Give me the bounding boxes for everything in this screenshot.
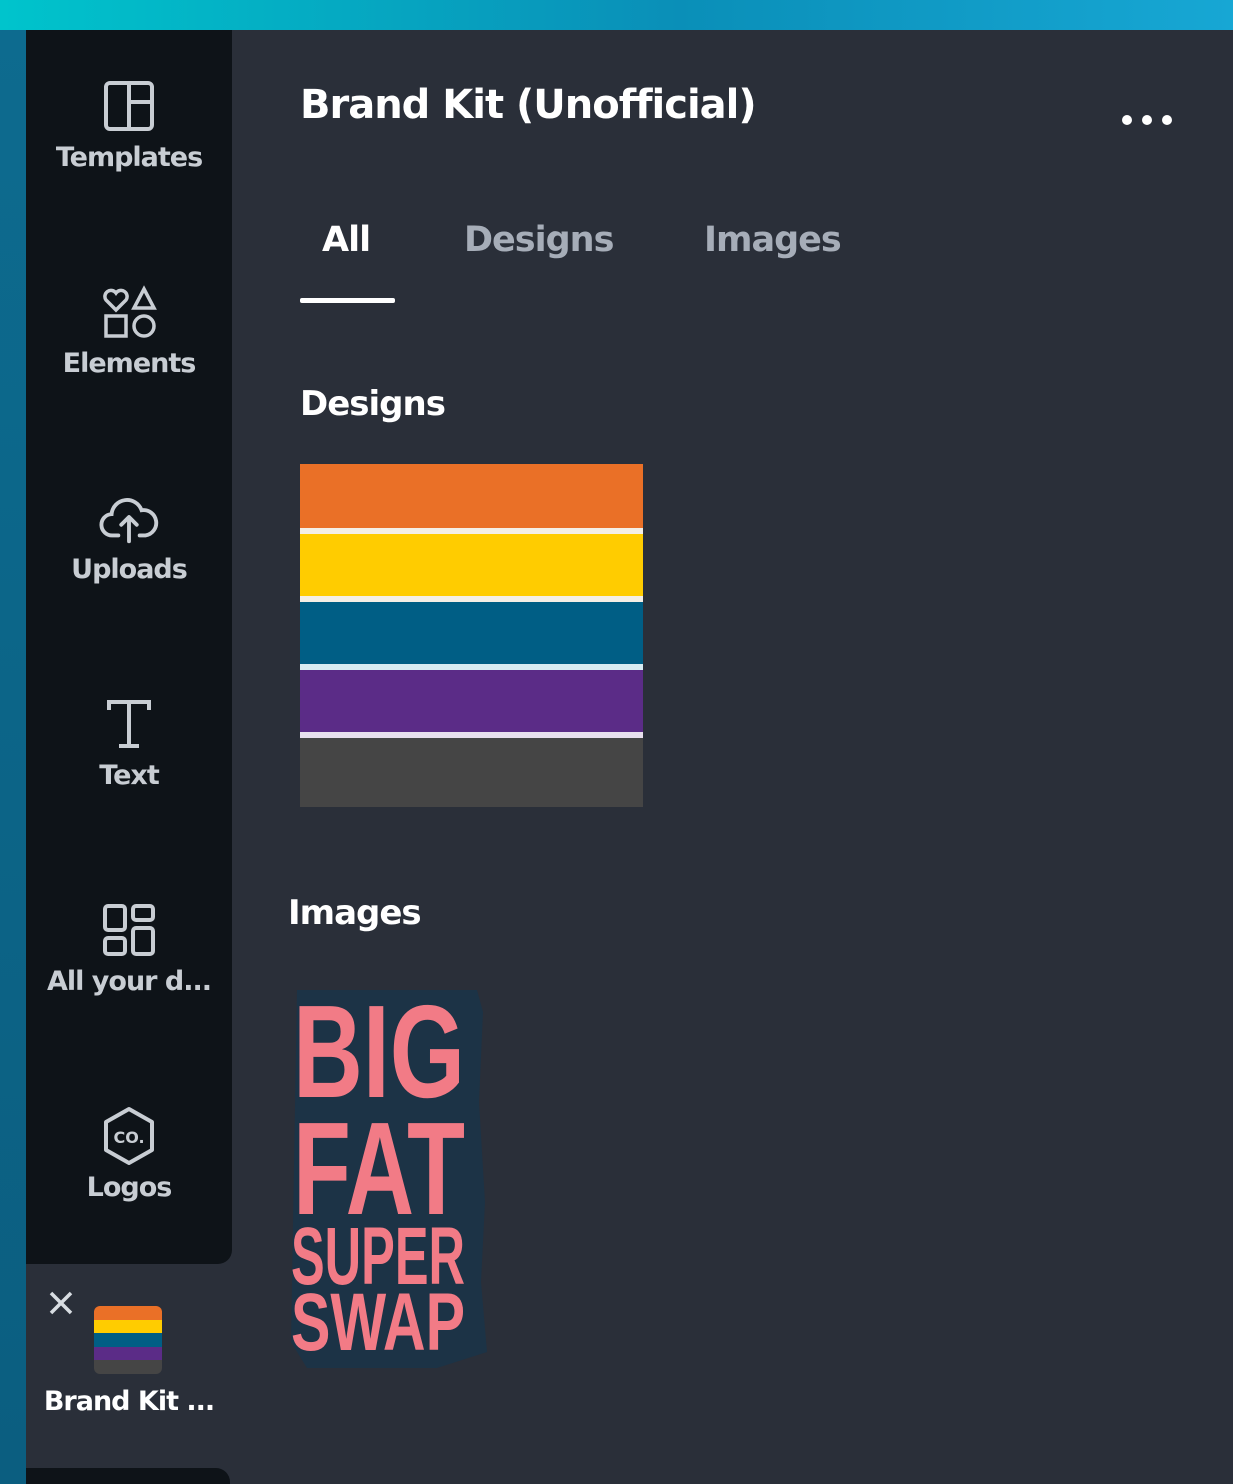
sidebar-item-label: Logos [86,1172,173,1203]
tab-designs[interactable]: Designs [464,220,614,260]
active-tab-indicator [300,298,395,303]
brand-kit-thumbnail [94,1306,162,1374]
logo-badge-text: CO. [113,1128,144,1147]
images-section-title: Images [288,893,422,933]
sidebar-item-label: Uploads [71,554,188,585]
sidebar-item-uploads[interactable]: Uploads [26,488,232,628]
sidebar-item-logos[interactable]: CO. Logos [26,1106,232,1246]
tab-all[interactable]: All [322,220,371,260]
sidebar-item-brand-kit[interactable]: Brand Kit ... [26,1274,232,1464]
more-options-button[interactable] [1112,100,1182,140]
left-edge-strip [0,30,26,1484]
sidebar-item-label: Brand Kit ... [43,1386,215,1417]
upload-cloud-icon [99,488,159,548]
image-thumbnail[interactable]: BIG FAT SUPER SWAP [287,978,492,1372]
page-title: Brand Kit (Unofficial) [300,82,757,128]
logo-badge-icon: CO. [99,1106,159,1166]
sidebar-item-all-designs[interactable]: All your d... [26,900,232,1040]
tab-images[interactable]: Images [704,220,842,260]
brand-kit-panel: Brand Kit (Unofficial) All Designs Image… [232,30,1233,1484]
big-fat-super-swap-image: BIG FAT SUPER SWAP [291,978,487,1368]
sidebar: Templates Elements Uploads Text All your… [26,30,232,1484]
sidebar-item-text[interactable]: Text [26,694,232,834]
image-text-line: SWAP [291,1277,465,1368]
designs-section-title: Designs [300,384,446,424]
sidebar-item-label: All your d... [47,966,212,997]
sidebar-item-elements[interactable]: Elements [26,282,232,422]
more-icon [1122,115,1172,125]
sidebar-next-item [26,1468,230,1484]
sidebar-item-label: Templates [55,142,203,173]
templates-icon [99,76,159,136]
text-icon [99,694,159,754]
grid-icon [99,900,159,960]
design-thumbnail[interactable] [300,464,643,807]
sidebar-item-label: Text [99,760,159,791]
sidebar-item-templates[interactable]: Templates [26,76,232,216]
top-accent-bar [0,0,1233,30]
sidebar-nav: Templates Elements Uploads Text All your… [26,30,232,1264]
elements-icon [99,282,159,342]
sidebar-item-label: Elements [62,348,197,379]
close-icon[interactable] [44,1286,78,1320]
